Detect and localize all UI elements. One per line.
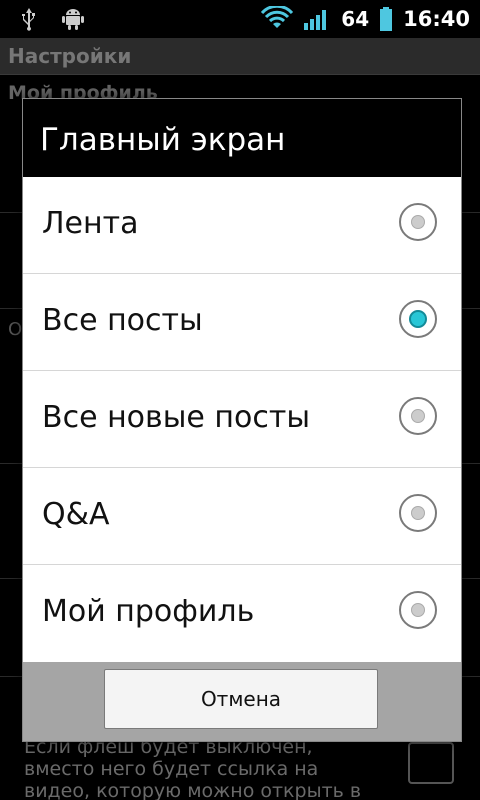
settings-title: Настройки — [8, 44, 132, 68]
signal-icon — [303, 6, 331, 32]
option-my-profile[interactable]: Мой профиль — [23, 565, 461, 661]
wifi-icon — [261, 4, 294, 32]
flash-setting-checkbox[interactable] — [408, 742, 454, 784]
battery-level: 64 — [341, 7, 370, 31]
radio-button[interactable] — [399, 494, 437, 532]
option-label: Мой профиль — [42, 594, 255, 629]
radio-button[interactable] — [399, 397, 437, 435]
status-bar: 64 16:40 — [0, 0, 480, 38]
settings-title-bar: Настройки — [0, 38, 480, 75]
radio-button[interactable] — [399, 591, 437, 629]
dialog-header: Главный экран — [23, 99, 461, 177]
home-screen-dialog: Главный экран Лента Все посты Все новые … — [22, 98, 462, 742]
option-all-new-posts[interactable]: Все новые посты — [23, 371, 461, 468]
option-label: Лента — [42, 206, 139, 241]
dialog-button-bar: Отмена — [23, 662, 461, 741]
settings-section-header-partial: О — [8, 319, 23, 340]
option-qa[interactable]: Q&A — [23, 468, 461, 565]
radio-button-selected[interactable] — [399, 300, 437, 338]
option-list: Лента Все посты Все новые посты Q&A Мой … — [23, 177, 461, 661]
status-left-icons — [16, 6, 86, 32]
option-label: Все посты — [42, 303, 203, 338]
android-debug-icon — [60, 6, 86, 32]
usb-icon — [16, 6, 42, 32]
option-feed[interactable]: Лента — [23, 177, 461, 274]
option-all-posts[interactable]: Все посты — [23, 274, 461, 371]
cancel-button[interactable]: Отмена — [104, 669, 378, 729]
flash-setting-summary: Если флеш будет выключен, вместо него бу… — [24, 736, 362, 800]
status-right-icons: 64 16:40 — [261, 4, 470, 32]
battery-icon — [379, 6, 393, 32]
dialog-title: Главный экран — [40, 122, 286, 158]
option-label: Q&A — [42, 497, 110, 532]
clock: 16:40 — [403, 7, 470, 31]
option-label: Все новые посты — [42, 400, 311, 435]
radio-button[interactable] — [399, 203, 437, 241]
